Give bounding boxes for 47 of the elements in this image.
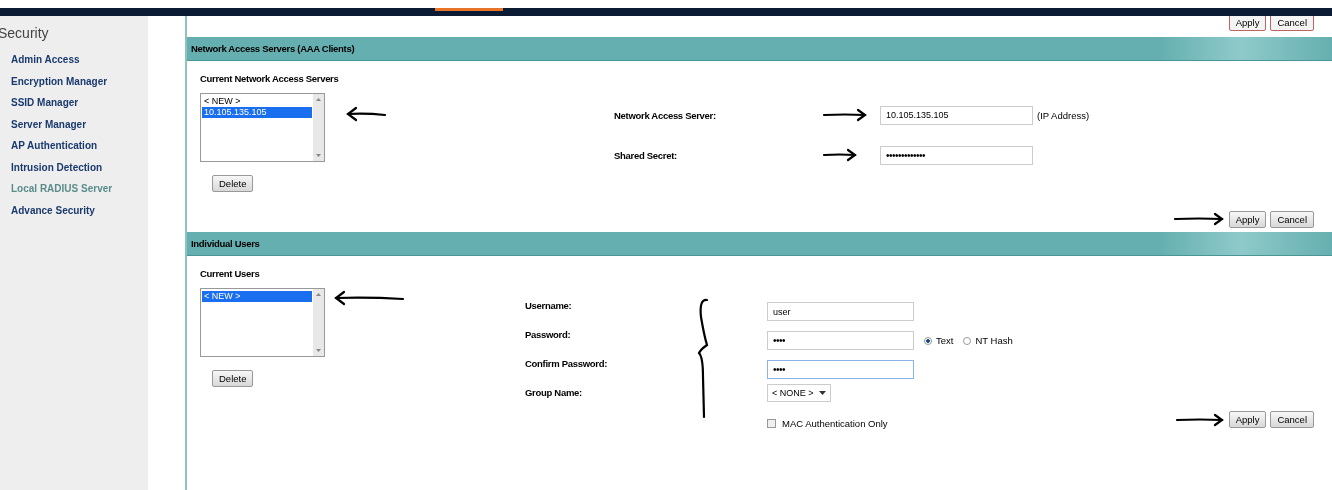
sidebar-link[interactable]: Intrusion Detection — [0, 160, 148, 182]
input-field[interactable]: user — [767, 302, 914, 321]
dropdown[interactable]: < NONE > — [767, 383, 831, 402]
delete-button[interactable]: Delete — [212, 175, 254, 192]
sidebar-link[interactable]: AP Authentication — [0, 139, 148, 161]
section-title: Individual Users — [191, 238, 260, 249]
field-label: Username: — [525, 300, 573, 313]
arrow-icon — [1172, 212, 1225, 226]
checkbox-option[interactable]: MAC Authentication Only — [767, 418, 1013, 429]
list-label: Current Network Access Servers — [200, 73, 340, 86]
sidebar-link[interactable]: Advance Security — [0, 203, 148, 225]
form-button[interactable]: Apply — [1228, 210, 1267, 228]
list-box[interactable]: < NEW > — [200, 288, 325, 357]
sidebar-link[interactable]: SSID Manager — [0, 96, 148, 118]
sidebar-link[interactable]: Admin Access — [0, 53, 148, 75]
input-field[interactable]: ••••••••••••• — [880, 145, 1033, 165]
list-item[interactable]: 10.105.135.105 — [202, 107, 312, 118]
scrollbar — [313, 289, 324, 356]
arrow-icon — [333, 290, 405, 306]
field-label: Shared Secret: — [614, 149, 678, 161]
radio-option[interactable]: NT Hash — [963, 335, 1013, 346]
field-label: Confirm Password: — [525, 358, 608, 371]
scrollbar — [313, 94, 324, 161]
arrow-icon — [345, 106, 387, 122]
arrow-icon — [1174, 412, 1225, 427]
caret-icon — [818, 390, 826, 395]
form-button[interactable]: Cancel — [1270, 411, 1314, 428]
field-hint: (IP Address) — [1037, 109, 1090, 121]
field-label: Group Name: — [525, 387, 583, 399]
input-field[interactable]: 10.105.135.105 — [880, 105, 1033, 125]
list-item[interactable]: < NEW > — [202, 291, 312, 302]
sidebar-link[interactable]: Encryption Manager — [0, 74, 148, 96]
sidebar-link[interactable]: Server Manager — [0, 117, 148, 139]
delete-button[interactable]: Delete — [212, 370, 254, 387]
field-label: Network Access Server: — [614, 109, 717, 121]
list-label: Current Users — [200, 268, 261, 281]
form-button[interactable]: Cancel — [1270, 210, 1314, 228]
input-field[interactable]: •••• — [767, 360, 914, 379]
list-box[interactable]: < NEW > 10.105.135.105 — [200, 93, 325, 162]
list-item[interactable]: < NEW > — [202, 96, 312, 107]
form-button[interactable]: Apply — [1228, 411, 1267, 428]
arrow-icon — [822, 148, 858, 162]
radio-option[interactable]: Text — [924, 335, 954, 346]
section-title: Network Access Servers (AAA Clients) — [191, 43, 355, 54]
field-label: Password: — [525, 329, 572, 342]
arrow-icon — [822, 108, 868, 122]
input-field[interactable]: •••• — [767, 331, 914, 350]
